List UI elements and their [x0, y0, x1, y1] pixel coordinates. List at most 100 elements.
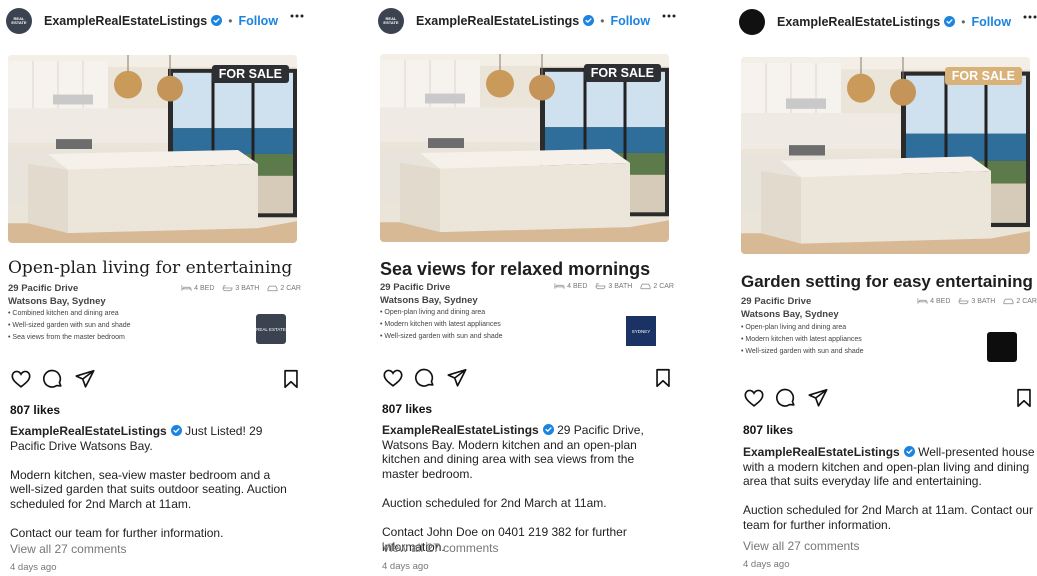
feature-car: 2 CAR: [1003, 297, 1037, 305]
car-icon: [640, 282, 651, 290]
view-comments-link[interactable]: View all 27 comments: [743, 539, 860, 553]
caption-paragraph: Auction scheduled for 2nd March at 11am.: [382, 495, 607, 510]
paper-plane-icon: [74, 368, 96, 390]
caption-username-text[interactable]: ExampleRealEstateListings: [382, 423, 539, 437]
bed-icon: [181, 284, 192, 292]
caption-username[interactable]: ExampleRealEstateListings: [382, 423, 554, 437]
post-actions: [10, 368, 302, 390]
save-button[interactable]: [652, 367, 674, 389]
post-caption: ExampleRealEstateListings 29 Pacific Dri…: [382, 423, 668, 554]
agency-logo-text: SYDNEY: [631, 328, 651, 334]
bullet-item: Open-plan living and dining area: [741, 322, 864, 334]
username-link[interactable]: ExampleRealEstateListings: [416, 14, 594, 28]
bullet-item: Well-sized garden with sun and shade: [8, 320, 130, 332]
property-features: 4 BED 3 BATH 2 CAR: [917, 297, 1037, 305]
bath-icon: [595, 282, 606, 290]
more-options-icon[interactable]: [662, 14, 676, 18]
like-count[interactable]: 807 likes: [10, 403, 60, 417]
caption-username[interactable]: ExampleRealEstateListings: [743, 445, 915, 459]
bullet-item: Well-sized garden with sun and shade: [380, 331, 502, 343]
like-button[interactable]: [382, 367, 404, 389]
property-features: 4 BED 3 BATH 2 CAR: [181, 284, 301, 292]
comment-button[interactable]: [42, 368, 64, 390]
bullet-item: Modern kitchen with latest appliances: [380, 319, 503, 331]
caption-paragraph: Auction scheduled for 2nd March at 11am.…: [743, 503, 1033, 532]
share-button[interactable]: [807, 387, 829, 409]
username-link[interactable]: ExampleRealEstateListings: [777, 15, 955, 29]
bullet-item: Well-sized garden with sun and shade: [741, 346, 863, 358]
view-comments-link[interactable]: View all 27 comments: [382, 541, 499, 555]
address-suburb: Watsons Bay, Sydney: [741, 309, 839, 320]
like-count[interactable]: 807 likes: [743, 423, 793, 437]
bath-icon: [958, 297, 969, 305]
caption-username-text[interactable]: ExampleRealEstateListings: [10, 424, 167, 438]
save-button[interactable]: [280, 368, 302, 390]
kitchen-photo: [380, 54, 669, 242]
address-street: 29 Pacific Drive: [380, 282, 451, 293]
more-options-icon[interactable]: [290, 14, 304, 18]
feature-bath-label: 3 BATH: [608, 282, 633, 290]
feature-car-label: 2 CAR: [280, 284, 301, 292]
like-button[interactable]: [743, 387, 765, 409]
save-button[interactable]: [1013, 387, 1035, 409]
address-suburb: Watsons Bay, Sydney: [8, 296, 106, 307]
feature-bed: 4 BED: [917, 297, 950, 305]
separator-dot: •: [961, 15, 966, 29]
share-button[interactable]: [446, 367, 468, 389]
feature-bed: 4 BED: [181, 284, 214, 292]
share-button[interactable]: [74, 368, 96, 390]
like-button[interactable]: [10, 368, 32, 390]
username[interactable]: ExampleRealEstateListings: [777, 15, 940, 29]
username-link[interactable]: ExampleRealEstateListings: [44, 14, 222, 28]
feature-car: 2 CAR: [640, 282, 674, 290]
avatar[interactable]: REAL ESTATE: [378, 8, 404, 34]
feature-bath: 3 BATH: [595, 282, 632, 290]
heart-icon: [382, 367, 404, 389]
post-photo[interactable]: FOR SALE: [380, 54, 669, 242]
listing-title: Garden setting for easy entertaining: [741, 272, 1033, 291]
post-caption: ExampleRealEstateListings Well-presented…: [743, 445, 1035, 533]
caption-username-text[interactable]: ExampleRealEstateListings: [743, 445, 900, 459]
listing-post-1: REAL ESTATE ExampleRealEstateListings • …: [6, 0, 306, 576]
caption-paragraph: Modern kitchen, sea-view master bedroom …: [10, 467, 287, 511]
agency-logo: REAL ESTATE: [256, 314, 286, 344]
avatar[interactable]: [739, 9, 765, 35]
agency-logo-text: REAL ESTATE: [256, 326, 286, 332]
comment-button[interactable]: [414, 367, 436, 389]
username[interactable]: ExampleRealEstateListings: [416, 14, 579, 28]
bookmark-icon: [652, 367, 674, 389]
agency-logo: [987, 332, 1017, 362]
post-actions: [382, 367, 674, 389]
username[interactable]: ExampleRealEstateListings: [44, 14, 207, 28]
post-photo[interactable]: FOR SALE: [8, 55, 297, 243]
feature-car: 2 CAR: [267, 284, 301, 292]
feature-bed-label: 4 BED: [930, 297, 951, 305]
address-street: 29 Pacific Drive: [741, 296, 812, 307]
feature-bed: 4 BED: [554, 282, 587, 290]
verified-badge-icon: [583, 15, 594, 26]
feature-bullets: Open-plan living and dining area Modern …: [380, 307, 503, 343]
feature-bath: 3 BATH: [222, 284, 259, 292]
view-comments-link[interactable]: View all 27 comments: [10, 542, 127, 556]
bookmark-icon: [280, 368, 302, 390]
post-caption: ExampleRealEstateListings Just Listed! 2…: [10, 424, 296, 541]
bed-icon: [554, 282, 565, 290]
post-timestamp: 4 days ago: [10, 562, 57, 573]
caption-username[interactable]: ExampleRealEstateListings: [10, 424, 182, 438]
follow-button[interactable]: Follow: [610, 14, 650, 28]
comment-button[interactable]: [775, 387, 797, 409]
feature-bullets: Combined kitchen and dining area Well-si…: [8, 308, 130, 344]
car-icon: [267, 284, 278, 292]
feature-bed-label: 4 BED: [194, 284, 215, 292]
feature-bed-label: 4 BED: [567, 282, 588, 290]
bullet-item: Modern kitchen with latest appliances: [741, 334, 864, 346]
avatar[interactable]: REAL ESTATE: [6, 8, 32, 34]
follow-button[interactable]: Follow: [238, 14, 278, 28]
listing-post-3: ExampleRealEstateListings • Follow FOR S…: [739, 0, 1037, 576]
more-options-icon[interactable]: [1023, 15, 1037, 19]
like-count[interactable]: 807 likes: [382, 402, 432, 416]
follow-button[interactable]: Follow: [971, 15, 1011, 29]
verified-badge-icon: [944, 16, 955, 27]
paper-plane-icon: [446, 367, 468, 389]
post-photo[interactable]: FOR SALE: [741, 57, 1030, 254]
